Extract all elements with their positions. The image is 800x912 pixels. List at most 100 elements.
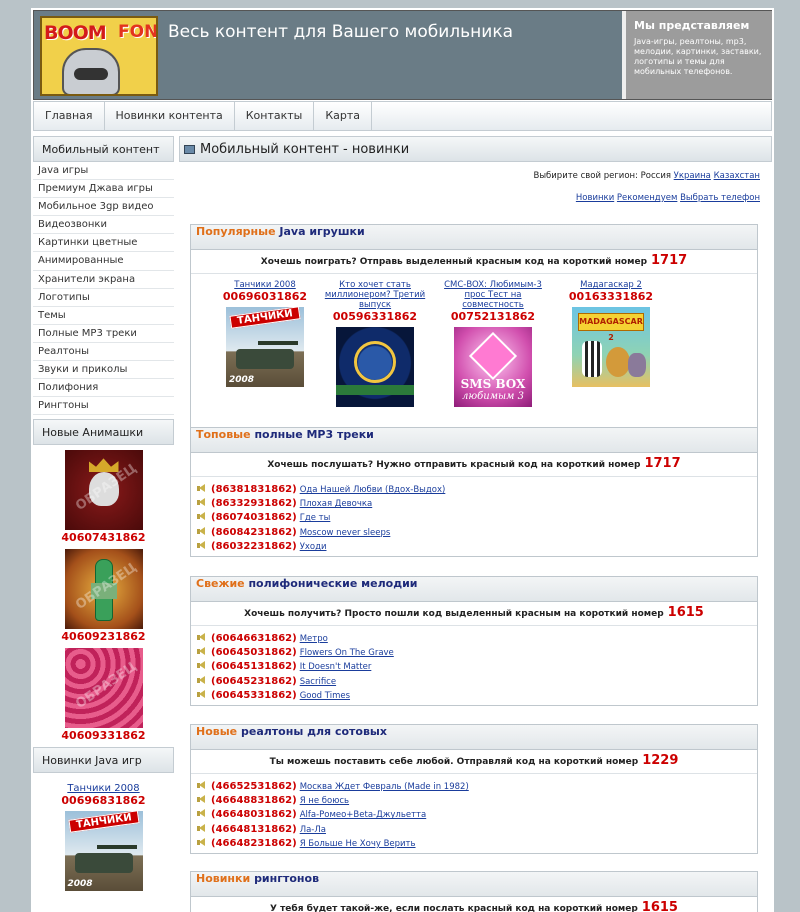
polyphony-box: Свежие полифонические мелодии Хочешь пол… xyxy=(190,576,758,706)
sidebar-item-themes[interactable]: Темы xyxy=(33,307,174,325)
link-new[interactable]: Новинки xyxy=(576,193,614,203)
track-link[interactable]: Я Больше Не Хочу Верить xyxy=(300,839,416,849)
sidebar-item-mp3[interactable]: Полные MP3 треки xyxy=(33,325,174,343)
sidebar-item-color-pictures[interactable]: Картинки цветные xyxy=(33,234,174,253)
java-box-title-main: Java игрушки xyxy=(279,225,365,238)
track-row: (86032231862) Уходи xyxy=(197,540,757,554)
game-item[interactable]: СМС-BOX: Любимым-3 прос Тест на совместн… xyxy=(433,280,553,407)
track-code: (86332931862) xyxy=(211,498,297,510)
track-link[interactable]: Ла-Ла xyxy=(300,825,326,835)
game-item[interactable]: Мадагаскар 2 00163331862 MADAGASCAR 2 xyxy=(551,280,671,387)
sidebar-item-3gp-video[interactable]: Мобильное 3gp видео xyxy=(33,198,174,217)
track-link[interactable]: Метро xyxy=(300,634,328,644)
game-image-smsbox[interactable]: SMS BOX любимым 3 xyxy=(454,327,532,407)
track-row: (46648231862) Я Больше Не Хочу Верить xyxy=(197,837,757,851)
track-link[interactable]: Я не боюсь xyxy=(300,796,349,806)
sidebar-menu-title: Мобильный контент xyxy=(33,136,174,162)
game-item[interactable]: Танчики 2008 00696031862 ТАНЧИКИ 2008 xyxy=(205,280,325,387)
region-ukraine-link[interactable]: Украина xyxy=(674,171,711,181)
sidebar-item-polyphony[interactable]: Полифония xyxy=(33,379,174,398)
game-link[interactable]: Кто хочет стать миллионером? Третий выпу… xyxy=(325,280,425,310)
link-recommended[interactable]: Рекомендуем xyxy=(617,193,677,203)
poly-box-title: Свежие полифонические мелодии xyxy=(191,577,757,602)
nav-new-content[interactable]: Новинки контента xyxy=(105,102,235,130)
track-link[interactable]: Sacrifice xyxy=(300,677,336,687)
ring-short-number: 1615 xyxy=(641,900,678,912)
anim-item[interactable]: ОБРАЗЕЦ 40609231862 xyxy=(33,549,174,643)
sidebar-item-videocalls[interactable]: Видеозвонки xyxy=(33,216,174,235)
track-code: (86032231862) xyxy=(211,540,297,552)
speaker-icon xyxy=(197,823,207,833)
track-link[interactable]: Ода Нашей Любви (Вдох-Выдох) xyxy=(300,485,446,495)
speaker-icon xyxy=(197,809,207,818)
promo-text: Java-игры, реалтоны, mp3, мелодии, карти… xyxy=(634,37,762,76)
track-link[interactable]: Где ты xyxy=(300,513,331,523)
game-item[interactable]: Кто хочет стать миллионером? Третий выпу… xyxy=(315,280,435,407)
track-code: (46648131862) xyxy=(211,823,297,835)
speaker-icon xyxy=(197,512,207,521)
track-code: (86084231862) xyxy=(211,526,297,538)
track-link[interactable]: Flowers On The Grave xyxy=(300,648,394,658)
track-link[interactable]: It Doesn't Matter xyxy=(300,662,372,672)
site-logo[interactable]: BOOM FON xyxy=(40,16,158,96)
tank-pic-year: 2008 xyxy=(67,879,93,890)
sidebar-item-ringtones[interactable]: Рингтоны xyxy=(33,397,174,416)
sidebar-item-animated[interactable]: Анимированные xyxy=(33,252,174,271)
madagascar-pic-label: MADAGASCAR 2 xyxy=(578,313,644,342)
mp3-box: Топовые полные MP3 треки Хочешь послушат… xyxy=(190,427,758,557)
top-nav: Главная Новинки контента Контакты Карта xyxy=(33,101,772,131)
sidebar-java-game-code: 00696831862 xyxy=(61,794,146,808)
nav-contacts[interactable]: Контакты xyxy=(235,102,315,130)
track-code: (86074031862) xyxy=(211,512,297,524)
mp3-call-line: Хочешь послушать? Нужно отправить красны… xyxy=(191,453,757,477)
anim-item[interactable]: ОБРАЗЕЦ 40607431862 xyxy=(33,450,174,544)
anim-image-skull[interactable]: ОБРАЗЕЦ xyxy=(64,450,143,531)
ringtones-box: Новинки рингтонов У тебя будет такой-же,… xyxy=(190,871,758,912)
track-link[interactable]: Москва Ждет Февраль (Made in 1982) xyxy=(300,782,469,792)
anim-image-hearts[interactable]: ОБРАЗЕЦ xyxy=(64,648,143,729)
real-short-number: 1229 xyxy=(642,753,679,768)
nav-map[interactable]: Карта xyxy=(314,102,373,130)
link-choose-phone[interactable]: Выбрать телефон xyxy=(680,193,760,203)
track-link[interactable]: Good Times xyxy=(300,691,350,701)
region-kazakhstan-link[interactable]: Казахстан xyxy=(714,171,760,181)
track-link[interactable]: Moscow never sleeps xyxy=(300,528,391,538)
sidebar-item-logos[interactable]: Логотипы xyxy=(33,289,174,307)
mp3-track-list: (86381831862) Ода Нашей Любви (Вдох-Выдох… xyxy=(191,477,757,556)
track-row: (46652531862) Москва Ждет Февраль (Made i… xyxy=(197,780,757,794)
anim-image-bottle[interactable]: ОБРАЗЕЦ xyxy=(64,549,143,630)
page: BOOM FON Весь контент для Вашего мобильн… xyxy=(31,8,774,912)
track-link[interactable]: Alfa-Ромео+Beta-Джульетта xyxy=(300,810,427,820)
game-image-millionaire[interactable] xyxy=(336,327,414,407)
game-link[interactable]: СМС-BOX: Любимым-3 прос Тест на совместн… xyxy=(444,280,542,310)
game-link[interactable]: Танчики 2008 xyxy=(234,280,296,290)
sidebar-game-image-tanks[interactable]: ТАНЧИКИ 2008 xyxy=(64,811,143,892)
sidebar-item-screensavers[interactable]: Хранители экрана xyxy=(33,271,174,289)
track-row: (46648831862) Я не боюсь xyxy=(197,794,757,808)
speaker-icon xyxy=(197,633,207,642)
sidebar-item-premium-java[interactable]: Премиум Джава игры xyxy=(33,180,174,199)
track-link[interactable]: Уходи xyxy=(300,542,327,552)
speaker-icon xyxy=(197,837,207,847)
sidebar-item-sounds[interactable]: Звуки и приколы xyxy=(33,361,174,380)
track-code: (60645331862) xyxy=(211,689,297,701)
speaker-icon xyxy=(197,661,207,670)
anim-item[interactable]: ОБРАЗЕЦ 40609331862 xyxy=(33,648,174,742)
track-link[interactable]: Плохая Девочка xyxy=(300,499,373,509)
sidebar-item-java[interactable]: Java игры xyxy=(33,162,174,181)
sidebar-menu: Java игры Премиум Джава игры Мобильное 3… xyxy=(33,162,174,416)
track-row: (86084231862) Moscow never sleeps xyxy=(197,526,757,540)
real-call-line: Ты можешь поставить себе любой. Отправля… xyxy=(191,750,757,774)
java-box-title-accent: Популярные xyxy=(196,225,276,238)
sidebar-item-realtones[interactable]: Реалтоны xyxy=(33,343,174,362)
sidebar-java-game[interactable]: Танчики 2008 00696831862 ТАНЧИКИ 2008 xyxy=(33,773,174,892)
game-code: 00752131862 xyxy=(450,310,536,323)
game-image-tanks[interactable]: ТАНЧИКИ 2008 xyxy=(226,307,304,387)
millionaire-bar xyxy=(336,385,414,395)
content-links: Новинки Рекомендуем Выбрать телефон xyxy=(179,193,772,203)
sidebar-java-game-link[interactable]: Танчики 2008 xyxy=(67,783,139,794)
track-code: (46648831862) xyxy=(211,795,297,807)
game-link[interactable]: Мадагаскар 2 xyxy=(580,280,642,290)
nav-home[interactable]: Главная xyxy=(34,102,105,130)
game-image-madagascar[interactable]: MADAGASCAR 2 xyxy=(572,307,650,387)
